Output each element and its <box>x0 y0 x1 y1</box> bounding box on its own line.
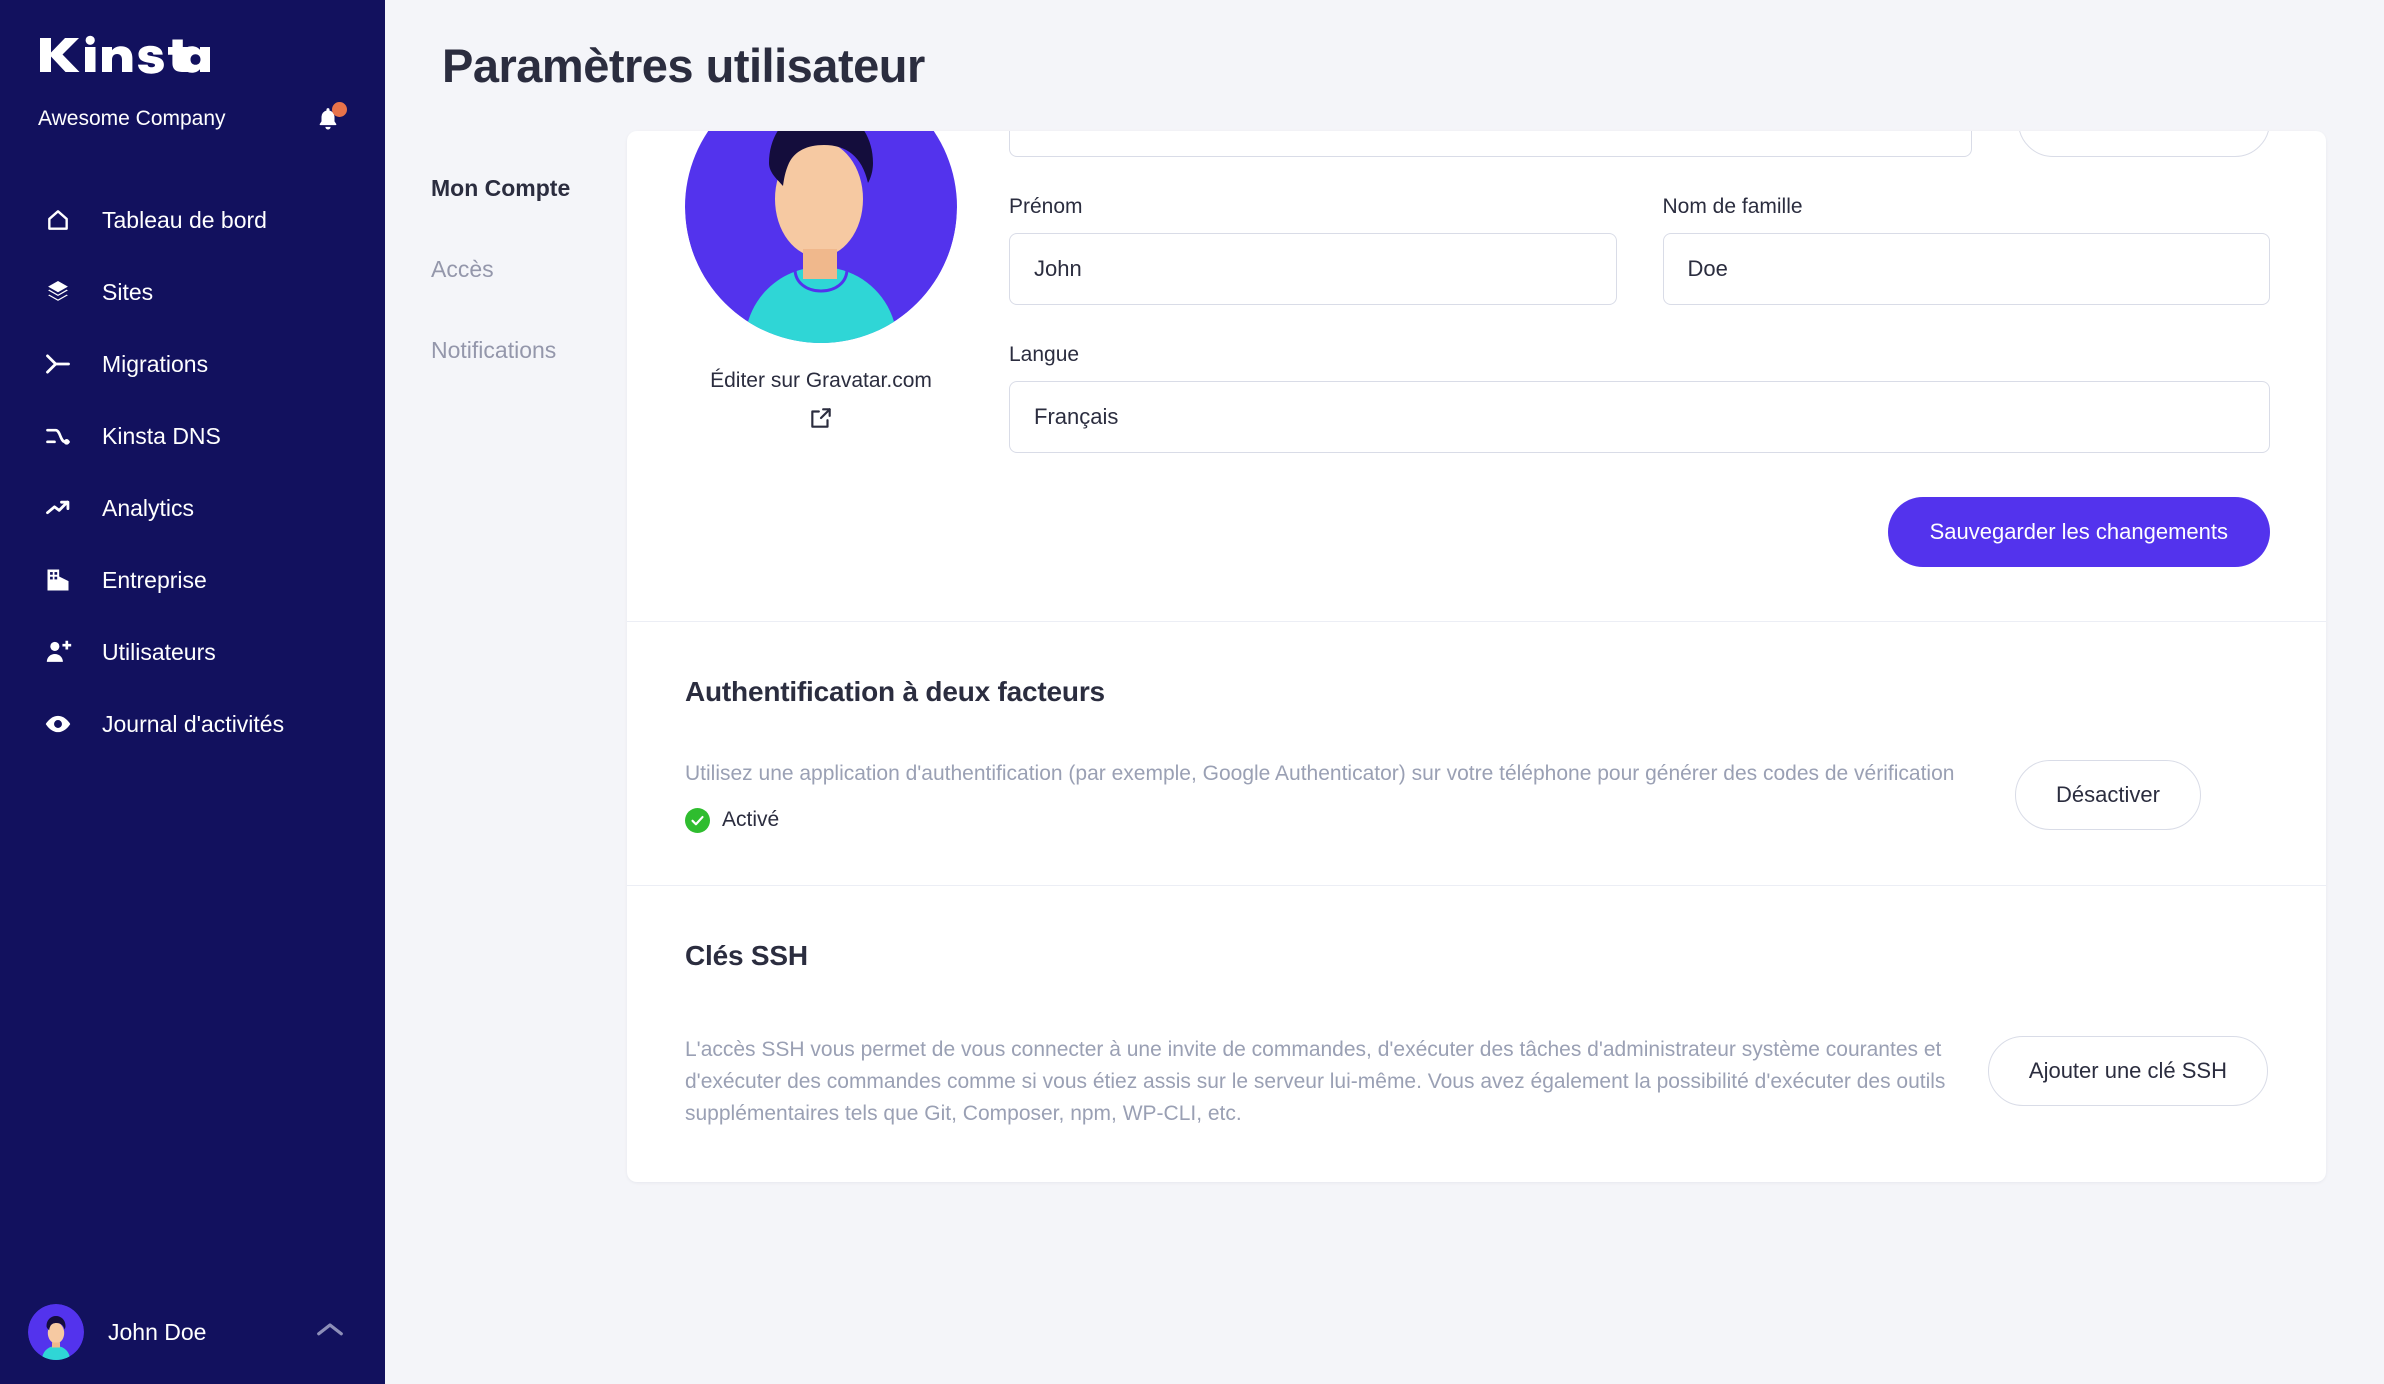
subnav-item-label: Notifications <box>431 337 557 363</box>
language-select[interactable] <box>1009 381 2270 453</box>
ssh-keys-body: L'accès SSH vous permet de vous connecte… <box>685 1034 2268 1182</box>
last-name-input[interactable] <box>1662 233 2270 305</box>
two-factor-section: Authentification à deux facteurs Utilise… <box>627 622 2326 885</box>
eye-icon <box>40 706 76 742</box>
company-name: Awesome Company <box>38 107 226 130</box>
content-body: Mon Compte Accès Notifications Éditer su… <box>385 131 2384 1182</box>
building-icon <box>40 562 76 598</box>
change-email-button[interactable] <box>2018 131 2270 157</box>
home-icon <box>40 202 76 238</box>
two-factor-body: Utilisez une application d'authentificat… <box>685 758 2268 885</box>
sidebar-item-label: Kinsta DNS <box>102 422 221 449</box>
sidebar-item-label: Journal d'activités <box>102 710 285 737</box>
app-root: Awesome Company Tableau de bord Sites Mi… <box>0 0 2384 1384</box>
sidebar-item-label: Utilisateurs <box>102 638 216 665</box>
save-row: Sauvegarder les changements <box>1009 453 2270 621</box>
chevron-up-icon[interactable] <box>315 1320 345 1345</box>
scrolled-top-row <box>1009 131 2270 157</box>
page-title: Paramètres utilisateur <box>442 39 925 92</box>
gravatar-edit-link[interactable]: Éditer sur Gravatar.com <box>710 365 932 440</box>
profile-avatar <box>685 131 957 343</box>
name-row: Prénom Nom de famille <box>1009 195 2270 305</box>
sidebar-item-dashboard[interactable]: Tableau de bord <box>0 184 385 256</box>
subnav-item-label: Accès <box>431 256 494 282</box>
two-factor-action: Désactiver <box>1975 758 2201 830</box>
two-factor-text: Utilisez une application d'authentificat… <box>685 758 1975 833</box>
main-content: Paramètres utilisateur Mon Compte Accès … <box>385 0 2384 1384</box>
sidebar-item-label: Entreprise <box>102 566 207 593</box>
language-group: Langue <box>1009 343 2270 453</box>
subnav-item-label: Mon Compte <box>431 175 571 201</box>
sidebar-item-label: Sites <box>102 278 154 305</box>
add-ssh-key-button[interactable]: Ajouter une clé SSH <box>1987 1035 2268 1106</box>
ssh-keys-section: Clés SSH L'accès SSH vous permet de vous… <box>627 886 2326 1182</box>
language-label: Langue <box>1009 343 1080 366</box>
sidebar: Awesome Company Tableau de bord Sites Mi… <box>0 0 385 1384</box>
kinsta-wordmark-icon <box>40 35 210 74</box>
sidebar-item-sites[interactable]: Sites <box>0 256 385 328</box>
ssh-keys-title: Clés SSH <box>685 939 808 971</box>
language-row: Langue <box>1009 343 2270 453</box>
first-name-label: Prénom <box>1009 195 1083 218</box>
sidebar-nav: Tableau de bord Sites Migrations Kinsta … <box>0 184 385 760</box>
gravatar-link-label: Éditer sur Gravatar.com <box>710 369 932 392</box>
sidebar-user-menu[interactable]: John Doe <box>0 1280 385 1384</box>
sidebar-item-analytics[interactable]: Analytics <box>0 472 385 544</box>
two-factor-description: Utilisez une application d'authentificat… <box>685 762 1955 785</box>
subnav-item-notifications[interactable]: Notifications <box>427 337 627 364</box>
first-name-group: Prénom <box>1009 195 1617 305</box>
migrations-icon <box>40 346 76 382</box>
scrollbar[interactable] <box>2372 131 2384 1384</box>
last-name-group: Nom de famille <box>1662 195 2270 305</box>
external-link-icon <box>710 405 932 441</box>
ssh-keys-action: Ajouter une clé SSH <box>1948 1034 2268 1106</box>
ssh-keys-text: L'accès SSH vous permet de vous connecte… <box>685 1034 1948 1130</box>
sidebar-item-label: Analytics <box>102 494 195 521</box>
settings-card: Éditer sur Gravatar.com Prénom John Nom … <box>627 131 2326 1182</box>
status-label: Activé <box>722 808 780 832</box>
email-field[interactable] <box>1009 131 1972 157</box>
subnav-item-acces[interactable]: Accès <box>427 256 627 283</box>
settings-subnav: Mon Compte Accès Notifications <box>427 131 627 1182</box>
dns-nodes-icon <box>40 418 76 454</box>
sidebar-item-kinsta-dns[interactable]: Kinsta DNS <box>0 400 385 472</box>
two-factor-title: Authentification à deux facteurs <box>685 676 1105 707</box>
profile-section: Éditer sur Gravatar.com Prénom John Nom … <box>627 131 2326 621</box>
subnav-item-mon-compte[interactable]: Mon Compte <box>427 175 627 202</box>
user-plus-icon <box>40 634 76 670</box>
status-badge: Activé <box>685 807 1975 833</box>
sidebar-item-journal-activites[interactable]: Journal d'activités <box>0 688 385 760</box>
sidebar-item-entreprise[interactable]: Entreprise <box>0 544 385 616</box>
sidebar-user-name: John Doe <box>108 1318 207 1345</box>
ssh-keys-description: L'accès SSH vous permet de vous connecte… <box>685 1037 1946 1125</box>
notifications-button[interactable] <box>311 102 347 136</box>
sidebar-item-utilisateurs[interactable]: Utilisateurs <box>0 616 385 688</box>
layers-icon <box>40 274 76 310</box>
sidebar-item-label: Migrations <box>102 350 209 377</box>
profile-fields: Prénom Nom de famille Langue <box>957 131 2270 621</box>
sidebar-item-migrations[interactable]: Migrations <box>0 328 385 400</box>
last-name-label: Nom de famille <box>1662 195 1803 218</box>
save-button[interactable]: Sauvegarder les changements <box>1887 497 2270 567</box>
disable-2fa-button[interactable]: Désactiver <box>2015 760 2201 830</box>
avatar <box>28 1304 84 1360</box>
check-circle-icon <box>685 807 710 833</box>
page-header: Paramètres utilisateur <box>385 0 2384 131</box>
avatar-column: Éditer sur Gravatar.com <box>685 131 957 621</box>
kinsta-logo[interactable] <box>38 34 385 76</box>
company-row[interactable]: Awesome Company <box>38 102 347 136</box>
trend-up-icon <box>40 490 76 526</box>
first-name-input[interactable] <box>1009 233 1617 305</box>
notification-badge-dot <box>332 102 347 117</box>
sidebar-item-label: Tableau de bord <box>102 206 267 233</box>
